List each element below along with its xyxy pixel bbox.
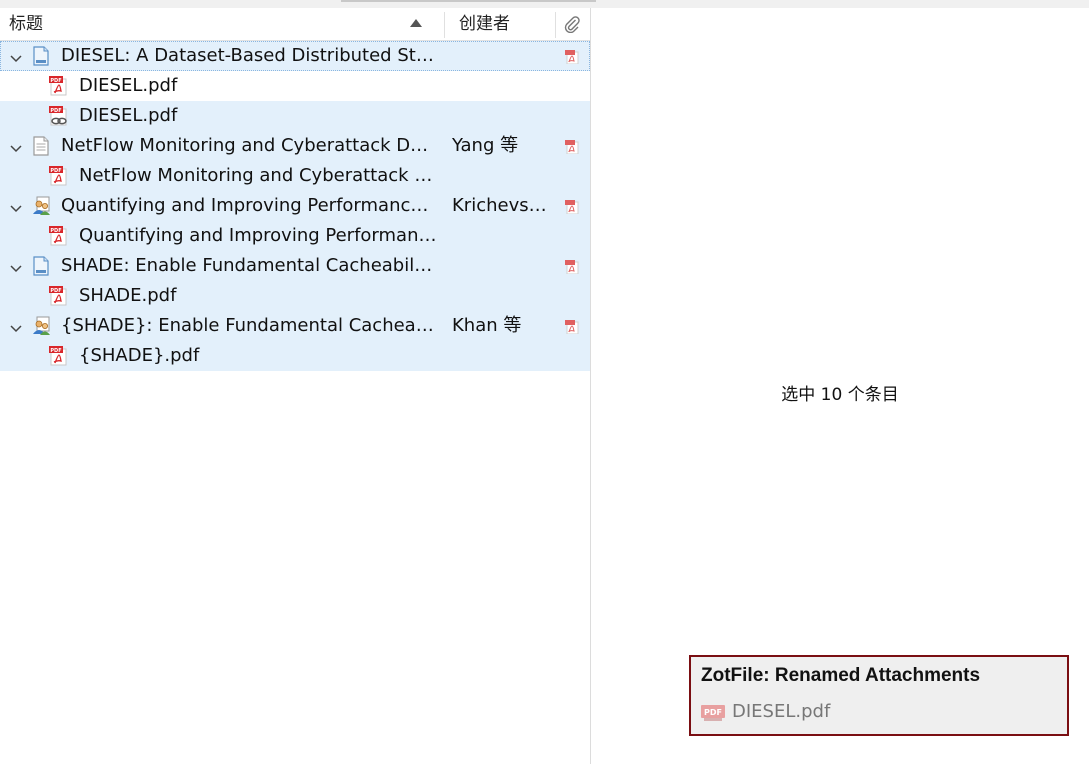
item-title: SHADE: Enable Fundamental Cacheability … — [61, 255, 437, 276]
chevron-down-icon[interactable] — [10, 50, 22, 63]
column-creator-header[interactable]: 创建者 — [459, 8, 510, 40]
zotfile-notification: ZotFile: Renamed Attachments PDF DIESEL.… — [689, 655, 1069, 736]
item-row[interactable]: DIESEL: A Dataset-Based Distributed Stor… — [0, 41, 590, 71]
item-row[interactable]: NetFlow Monitoring and Cyberattack Det… Y… — [0, 131, 590, 161]
pdf-icon: PDF — [49, 166, 69, 186]
item-creator: Yang 等 — [452, 135, 519, 156]
item-row[interactable]: Quantifying and Improving Performance … K… — [0, 191, 590, 221]
item-creator: Khan 等 — [452, 315, 522, 336]
attachment-row[interactable]: PDF DIESEL.pdf — [0, 71, 590, 101]
attachment-row[interactable]: PDF SHADE.pdf — [0, 281, 590, 311]
svg-text:PDF: PDF — [50, 288, 61, 294]
item-title: NetFlow Monitoring and Cyberattack D… — [79, 165, 439, 186]
item-title: DIESEL: A Dataset-Based Distributed Stor… — [61, 45, 437, 66]
pdf-icon: PDF — [701, 703, 725, 723]
item-title: Quantifying and Improving Performance … — [61, 195, 437, 216]
chevron-down-icon[interactable] — [10, 200, 22, 213]
pdf-icon: PDF — [49, 286, 69, 306]
item-title: Quantifying and Improving Performanc… — [79, 225, 439, 246]
chevron-down-icon[interactable] — [10, 320, 22, 333]
item-title: {SHADE}.pdf — [79, 345, 200, 366]
item-title: DIESEL.pdf — [79, 105, 178, 126]
attachment-pdf-icon[interactable] — [565, 319, 579, 335]
document-icon — [31, 46, 51, 66]
item-row[interactable]: SHADE: Enable Fundamental Cacheability … — [0, 251, 590, 281]
attachment-row[interactable]: PDF NetFlow Monitoring and Cyberattack D… — [0, 161, 590, 191]
item-pane: 选中 10 个条目 — [591, 8, 1089, 764]
attachment-row[interactable]: PDF Quantifying and Improving Performanc… — [0, 221, 590, 251]
svg-text:PDF: PDF — [50, 108, 61, 114]
notification-file: DIESEL.pdf — [732, 701, 831, 722]
item-title: NetFlow Monitoring and Cyberattack Det… — [61, 135, 437, 156]
pdf-icon: PDF — [49, 76, 69, 96]
sort-ascending-icon[interactable] — [410, 19, 422, 27]
svg-text:PDF: PDF — [50, 78, 61, 84]
pdf-icon: PDF — [49, 226, 69, 246]
notification-title: ZotFile: Renamed Attachments — [701, 665, 981, 686]
item-title: {SHADE}: Enable Fundamental Cacheabilit… — [61, 315, 437, 336]
item-creator — [452, 251, 547, 281]
column-separator[interactable] — [444, 12, 445, 38]
linked-pdf-icon: PDF — [49, 106, 69, 126]
item-title: DIESEL.pdf — [79, 75, 178, 96]
items-pane: 标题 创建者 DIESEL: A Dataset-Based Distribut… — [0, 8, 590, 764]
item-row[interactable]: {SHADE}: Enable Fundamental Cacheabilit…… — [0, 311, 590, 341]
column-separator[interactable] — [555, 12, 556, 38]
item-title: SHADE.pdf — [79, 285, 177, 306]
attachment-pdf-icon[interactable] — [565, 139, 579, 155]
chevron-down-icon[interactable] — [10, 140, 22, 153]
svg-text:PDF: PDF — [50, 348, 61, 354]
paperclip-icon[interactable] — [563, 15, 581, 35]
svg-text:PDF: PDF — [50, 168, 61, 174]
attachment-pdf-icon[interactable] — [565, 49, 579, 65]
attachment-pdf-icon[interactable] — [565, 199, 579, 215]
column-header: 标题 创建者 — [0, 8, 590, 41]
attachment-row[interactable]: PDF DIESEL.pdf — [0, 101, 590, 131]
column-title-header[interactable]: 标题 — [9, 8, 43, 40]
items-tree: DIESEL: A Dataset-Based Distributed Stor… — [0, 41, 590, 371]
pdf-icon: PDF — [49, 346, 69, 366]
item-creator — [452, 41, 547, 71]
document-icon — [31, 256, 51, 276]
chevron-down-icon[interactable] — [10, 260, 22, 273]
conference-paper-icon — [31, 196, 51, 216]
horizontal-scroll-hint[interactable] — [341, 0, 596, 2]
note-document-icon — [31, 136, 51, 156]
svg-text:PDF: PDF — [704, 708, 722, 717]
attachment-row[interactable]: PDF {SHADE}.pdf — [0, 341, 590, 371]
conference-paper-icon — [31, 316, 51, 336]
attachment-pdf-icon[interactable] — [565, 259, 579, 275]
item-creator: Krichevs… — [452, 195, 547, 216]
selection-summary: 选中 10 个条目 — [781, 385, 899, 405]
svg-text:PDF: PDF — [50, 228, 61, 234]
